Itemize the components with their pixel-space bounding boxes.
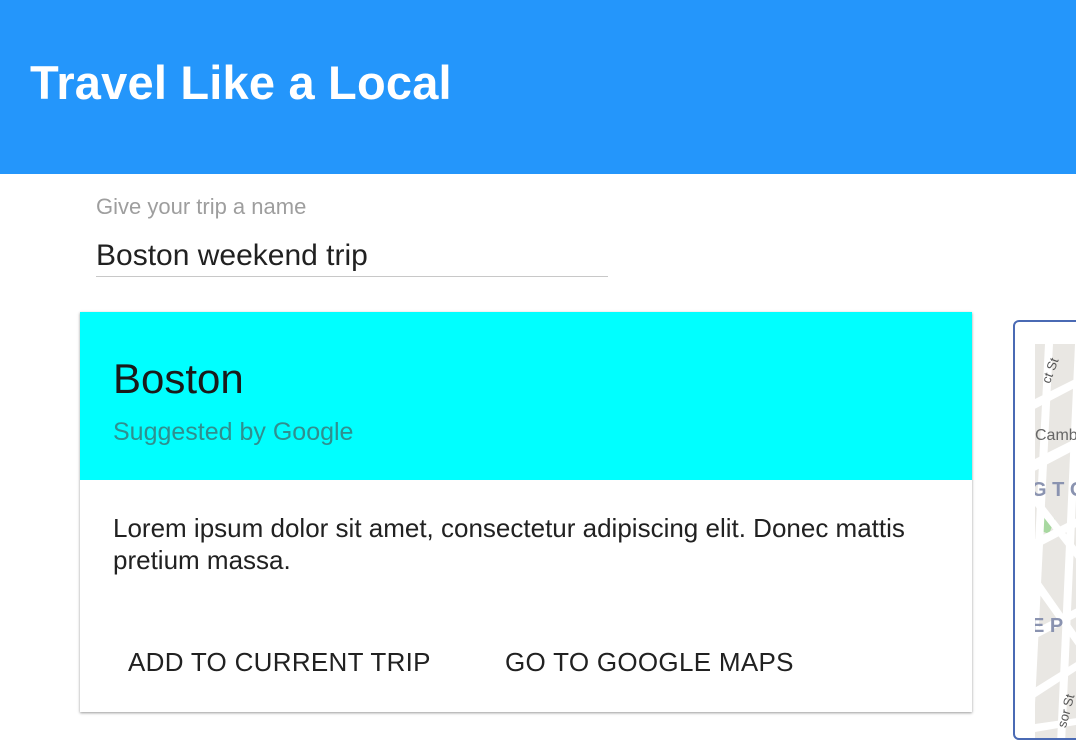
map-label: Camb: [1035, 427, 1076, 444]
map-panel[interactable]: ct St Camb G T O E P sor St: [1013, 320, 1076, 740]
card-header: Boston Suggested by Google: [80, 312, 972, 480]
map-label: E P: [1035, 615, 1063, 637]
card-description: Lorem ipsum dolor sit amet, consectetur …: [113, 513, 905, 575]
go-to-google-maps-button[interactable]: GO TO GOOGLE MAPS: [483, 638, 816, 686]
trip-name-field: Give your trip a name: [96, 193, 608, 284]
map-label: G T O: [1035, 479, 1076, 501]
map-streets: ct St Camb G T O E P sor St: [1035, 344, 1076, 738]
trip-name-label: Give your trip a name: [96, 194, 307, 219]
card-subtitle: Suggested by Google: [113, 418, 354, 446]
app-title: Travel Like a Local: [30, 56, 452, 109]
map-canvas[interactable]: ct St Camb G T O E P sor St: [1035, 344, 1076, 738]
trip-name-input[interactable]: [96, 235, 608, 277]
app-bar: Travel Like a Local: [0, 0, 1076, 174]
card-title: Boston: [113, 355, 244, 402]
destination-card: Boston Suggested by Google Lorem ipsum d…: [80, 312, 972, 712]
add-to-current-trip-button[interactable]: ADD TO CURRENT TRIP: [106, 638, 453, 686]
